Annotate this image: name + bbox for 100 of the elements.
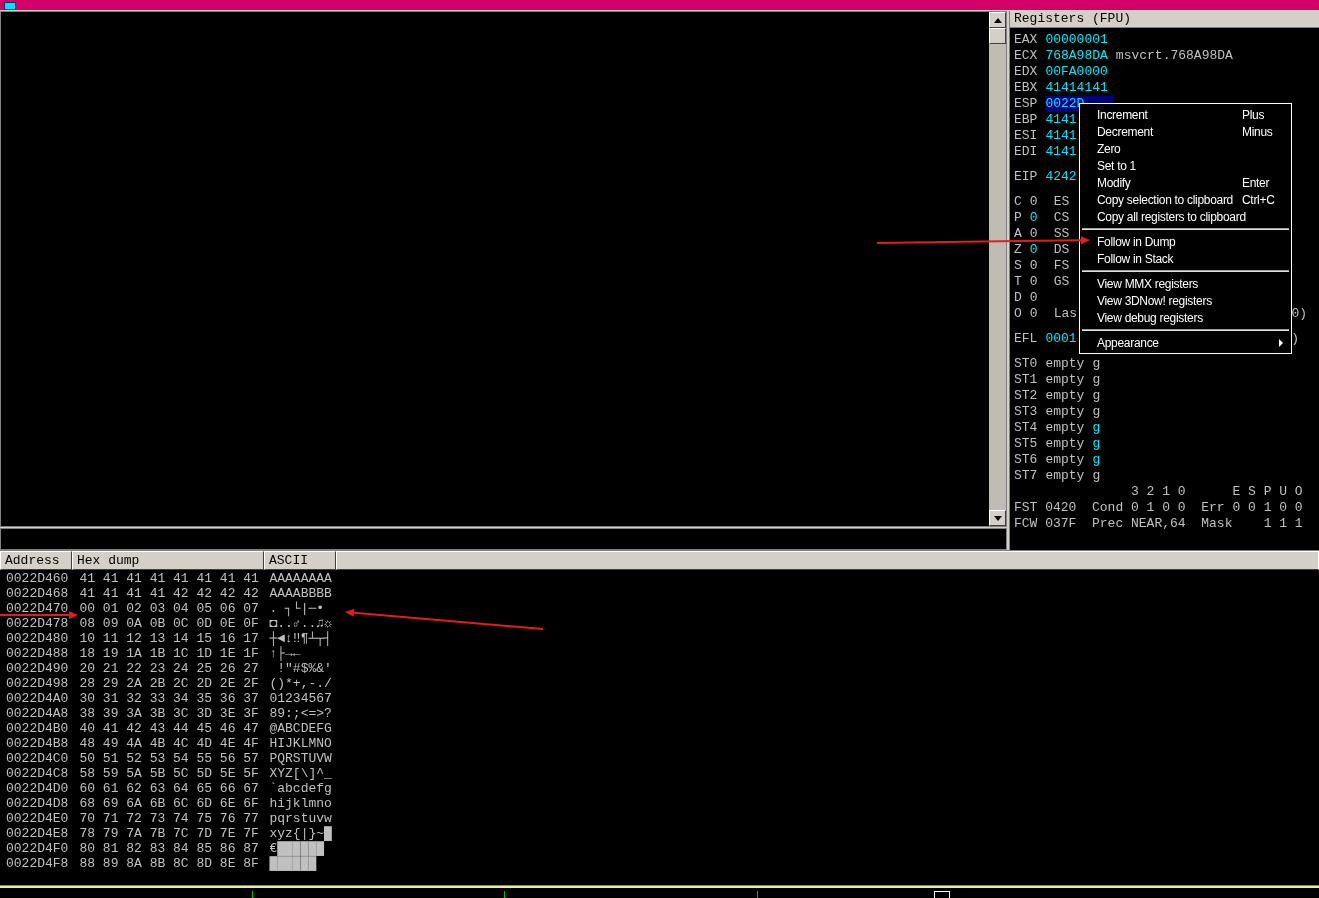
flag-name: O [1014, 306, 1022, 322]
menu-item[interactable]: Zero [1080, 140, 1291, 157]
menu-item[interactable]: Appearance [1080, 334, 1291, 351]
flag-name: S [1014, 258, 1022, 274]
flag-value[interactable]: 0 [1029, 210, 1038, 226]
hex-cell-text: 60 61 62 63 64 65 66 67 [79, 782, 260, 795]
menu-item[interactable]: Increment Plus [1080, 106, 1291, 123]
hex-cell-text: 58 59 5A 5B 5C 5D 5E 5F [79, 767, 260, 780]
address-cell: 0022D4F0 [6, 842, 69, 855]
segment-register: FS [1053, 258, 1070, 274]
address-cell: 0022D4D0 [6, 782, 69, 795]
fpu-register-value[interactable]: empty [1045, 436, 1085, 452]
register-value[interactable]: 00FA0000 [1045, 64, 1108, 80]
address-cell: 0022D4E0 [6, 812, 69, 825]
ascii-cell: AAAABBBB [269, 587, 332, 600]
fpu-register-value[interactable]: empty [1045, 404, 1085, 420]
scroll-thumb[interactable] [989, 28, 1006, 44]
fpu-tag: g [1092, 436, 1101, 452]
ascii-cell: pqrstuvw [269, 812, 332, 825]
menu-item[interactable]: Copy selection to clipboard Ctrl+C [1080, 191, 1291, 208]
hex-cell-text: 20 21 22 23 24 25 26 27 [79, 662, 260, 675]
address-cell: 0022D460 [6, 572, 69, 585]
ascii-cell: €██████ [269, 842, 325, 855]
fpu-register-value[interactable]: empty [1045, 420, 1085, 436]
fpu-register-value[interactable]: empty [1045, 452, 1085, 468]
address-cell: 0022D4B8 [6, 737, 69, 750]
menu-item[interactable]: Decrement Minus [1080, 123, 1291, 140]
menu-item[interactable]: Set to 1 [1080, 157, 1291, 174]
flag-value[interactable]: 0 [1029, 226, 1038, 242]
menu-item[interactable]: View 3DNow! registers [1080, 292, 1291, 309]
flag-value[interactable]: 0 [1029, 306, 1038, 322]
register-value[interactable]: 4242 [1045, 169, 1077, 185]
hex-cell-text: 28 29 2A 2B 2C 2D 2E 2F [79, 677, 260, 690]
column-header[interactable]: Address [0, 551, 72, 570]
flag-value[interactable]: 0 [1029, 290, 1038, 306]
flag-value[interactable]: 0 [1029, 258, 1038, 274]
segment-register: Las [1053, 306, 1078, 322]
register-value[interactable]: 0001 [1045, 331, 1077, 347]
ascii-cell: ◘..♂..♫☼ [269, 617, 332, 630]
address-cell: 0022D4A8 [6, 707, 69, 720]
menu-item[interactable]: Follow in Dump [1080, 233, 1291, 250]
flag-name: P [1014, 210, 1022, 226]
column-header[interactable]: ASCII [264, 551, 336, 570]
address-cell: 0022D4B0 [6, 722, 69, 735]
fpu-tag: g [1092, 388, 1101, 404]
ascii-cell: PQRSTUVW [269, 752, 332, 765]
flag-value[interactable]: 0 [1029, 242, 1038, 258]
segment-register: ES [1053, 194, 1070, 210]
fpu-register-value[interactable]: empty [1045, 372, 1085, 388]
register-value[interactable]: 4141 [1045, 144, 1077, 160]
hex-cell-text: 30 31 32 33 34 35 36 37 [79, 692, 260, 705]
menu-item[interactable]: Modify Enter [1080, 174, 1291, 191]
flag-value[interactable]: 0 [1029, 274, 1038, 290]
ascii-cell: HIJKLMNO [269, 737, 332, 750]
fpu-register-value[interactable]: empty [1045, 388, 1085, 404]
flag-value[interactable]: 0 [1029, 194, 1038, 210]
fpu-tag: g [1092, 372, 1101, 388]
scroll-up-button[interactable] [989, 12, 1006, 28]
hex-cell-text: 40 41 42 43 44 45 46 47 [79, 722, 260, 735]
menu-item[interactable]: View debug registers [1080, 309, 1291, 326]
register-name: EDX [1014, 64, 1038, 80]
fpu-register-name: ST7 [1014, 468, 1038, 484]
ascii-cell: ↑├→← [269, 647, 301, 660]
scroll-down-button[interactable] [989, 510, 1006, 526]
hex-cell-text: 41 41 41 41 42 42 42 42 [79, 587, 260, 600]
address-cell: 0022D4C0 [6, 752, 69, 765]
address-cell: 0022D490 [6, 662, 69, 675]
register-value[interactable]: 41414141 [1045, 80, 1108, 96]
register-value[interactable]: 768A98DA [1045, 48, 1108, 64]
flag-name: C [1014, 194, 1022, 210]
register-value[interactable]: 4141 [1045, 112, 1077, 128]
ascii-cell: @ABCDEFG [269, 722, 332, 735]
menu-item[interactable]: Copy all registers to clipboard [1080, 208, 1291, 225]
hex-cell-text: 18 19 1A 1B 1C 1D 1E 1F [79, 647, 260, 660]
register-value[interactable]: 00000001 [1045, 32, 1108, 48]
fpu-register-name: ST2 [1014, 388, 1038, 404]
ascii-cell: AAAAAAAA [269, 572, 332, 585]
address-cell: 0022D498 [6, 677, 69, 690]
address-cell: 0022D488 [6, 647, 69, 660]
fpu-register-name: ST6 [1014, 452, 1038, 468]
status-marker [934, 891, 950, 898]
register-name: EAX [1014, 32, 1038, 48]
address-cell: 0022D4C8 [6, 767, 69, 780]
hex-cell-text: 78 79 7A 7B 7C 7D 7E 7F [79, 827, 260, 840]
menu-item[interactable]: Follow in Stack [1080, 250, 1291, 267]
fpu-register-name: ST4 [1014, 420, 1038, 436]
menu-item[interactable]: View MMX registers [1080, 275, 1291, 292]
register-comment: 0) [1291, 306, 1308, 322]
fpu-register-value[interactable]: empty [1045, 356, 1085, 372]
register-name: EBX [1014, 80, 1038, 96]
fpu-register-name: ST3 [1014, 404, 1038, 420]
register-value[interactable]: 4141 [1045, 128, 1077, 144]
hex-cell-text: 08 09 0A 0B 0C 0D 0E 0F [79, 617, 260, 630]
address-cell: 0022D4E8 [6, 827, 69, 840]
scrollbar[interactable] [989, 12, 1006, 526]
flag-name: A [1014, 226, 1022, 242]
fpu-register-value[interactable]: empty [1045, 468, 1085, 484]
down-arrow-icon [993, 515, 1002, 521]
hex-cell-text: 41 41 41 41 41 41 41 41 [79, 572, 260, 585]
column-header[interactable]: Hex dump [72, 551, 264, 570]
